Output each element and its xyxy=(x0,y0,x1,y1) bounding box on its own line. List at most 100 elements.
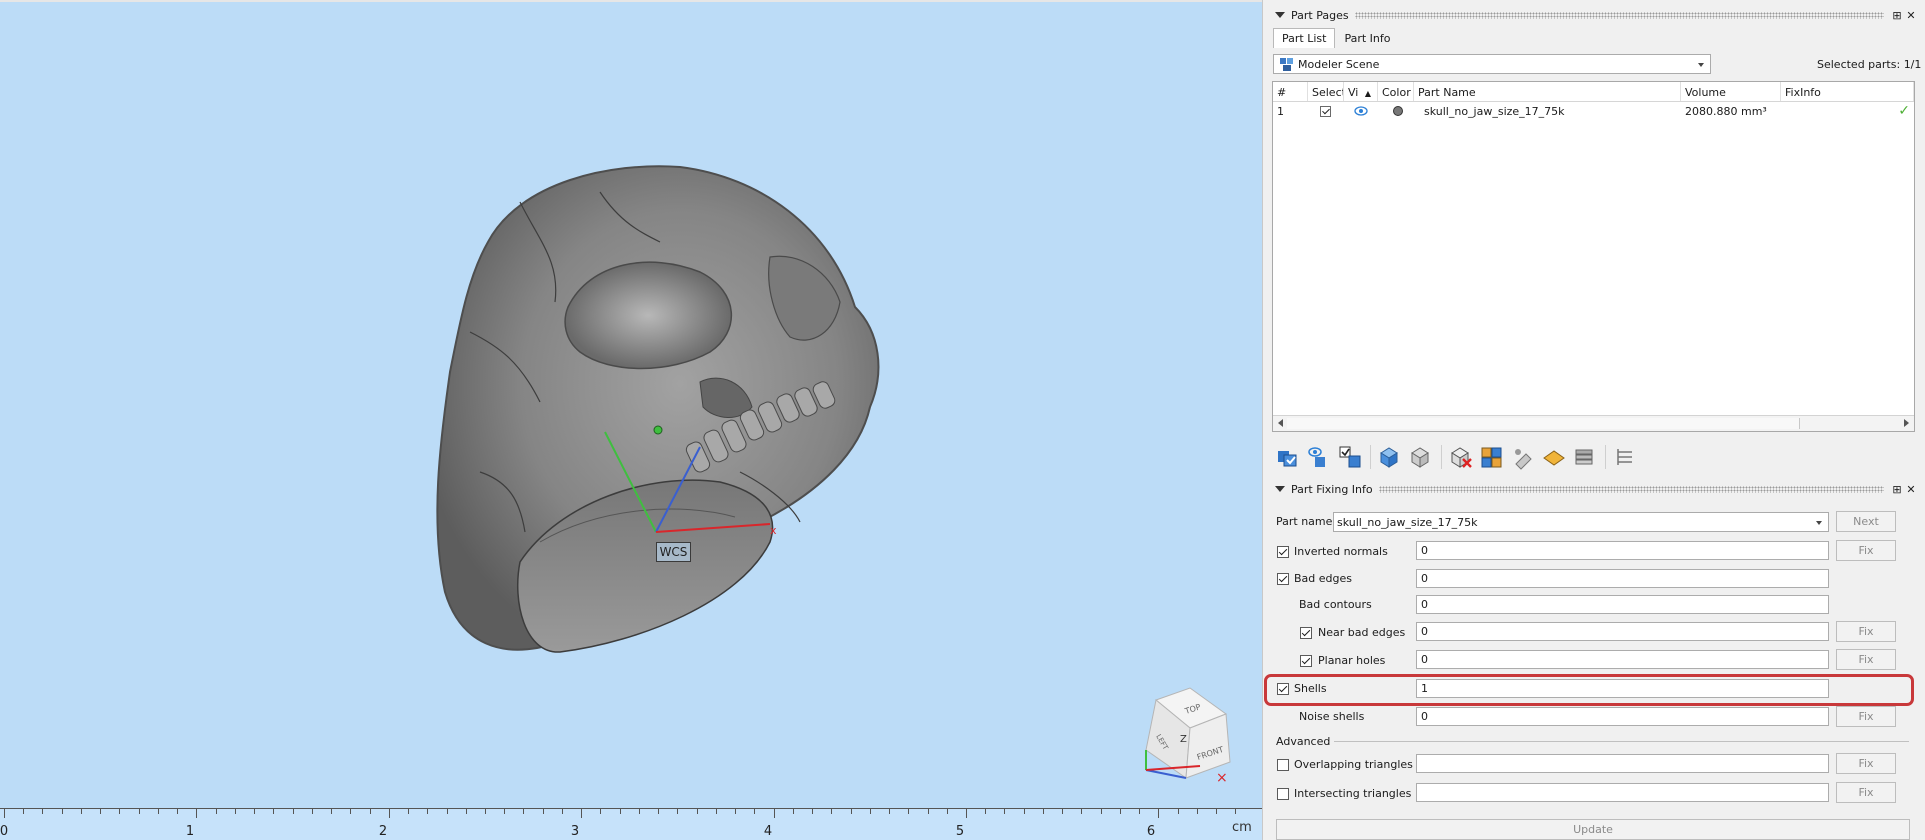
ruler-tick xyxy=(1177,809,1179,814)
planar-holes-label: Planar holes xyxy=(1318,654,1386,667)
overlapping-triangles-checkbox[interactable] xyxy=(1277,759,1289,771)
scroll-right-icon[interactable] xyxy=(1904,419,1909,427)
ruler-tick xyxy=(946,809,948,814)
ruler-tick xyxy=(138,809,140,814)
label-part-icon[interactable] xyxy=(1541,444,1567,470)
column-header-part-name[interactable]: Part Name xyxy=(1414,82,1681,101)
split-parts-icon[interactable] xyxy=(1408,444,1434,470)
ruler-tick xyxy=(23,809,25,814)
ruler-tick xyxy=(1023,809,1025,814)
noise-shells-fix-button[interactable]: Fix xyxy=(1836,706,1896,727)
row-select-checkbox[interactable] xyxy=(1308,102,1344,120)
horizontal-scrollbar[interactable] xyxy=(1273,415,1914,431)
delete-part-icon[interactable] xyxy=(1448,444,1474,470)
ruler-tick xyxy=(985,809,987,814)
ruler-unit: cm xyxy=(1232,820,1252,835)
column-header-select[interactable]: Select xyxy=(1308,82,1344,101)
select-all-icon[interactable] xyxy=(1275,444,1301,470)
column-header-number[interactable]: # xyxy=(1273,82,1308,101)
part-pages-header[interactable]: Part Pages ⊞ ✕ xyxy=(1263,5,1925,25)
column-header-visible[interactable]: Vi ▲ xyxy=(1344,82,1378,101)
ruler-tick xyxy=(1062,809,1064,814)
planar-holes-field[interactable]: 0 xyxy=(1416,650,1829,669)
ruler-tick xyxy=(792,809,794,814)
scroll-left-icon[interactable] xyxy=(1278,419,1283,427)
merge-parts-icon[interactable] xyxy=(1377,444,1403,470)
column-header-volume[interactable]: Volume xyxy=(1681,82,1781,101)
skull-model[interactable]: x xyxy=(0,2,1262,808)
shells-field[interactable]: 1 xyxy=(1416,679,1829,698)
near-bad-edges-fix-button[interactable]: Fix xyxy=(1836,621,1896,642)
ruler-tick xyxy=(408,809,410,814)
ruler-tick xyxy=(331,809,333,814)
close-icon[interactable]: ✕ xyxy=(1904,9,1918,22)
pin-part-icon[interactable] xyxy=(1510,444,1536,470)
intersecting-triangles-field[interactable] xyxy=(1416,783,1829,802)
collapse-icon[interactable] xyxy=(1275,12,1285,18)
row-color-swatch[interactable] xyxy=(1378,102,1414,120)
chevron-down-icon xyxy=(1698,63,1704,67)
color-parts-icon[interactable] xyxy=(1479,444,1505,470)
near-bad-edges-checkbox[interactable] xyxy=(1300,627,1312,639)
tab-part-info[interactable]: Part Info xyxy=(1335,28,1399,48)
ruler-tick xyxy=(850,809,852,814)
selected-parts-label: Selected parts: xyxy=(1817,58,1901,71)
ruler-tick xyxy=(504,809,506,814)
next-button[interactable]: Next xyxy=(1836,511,1896,532)
ruler-tick xyxy=(561,809,563,814)
part-name-select[interactable]: skull_no_jaw_size_17_75k xyxy=(1333,512,1829,532)
bad-edges-field[interactable]: 0 xyxy=(1416,569,1829,588)
ruler-tick xyxy=(523,809,525,814)
drag-grip[interactable] xyxy=(1354,11,1884,19)
ruler-tick xyxy=(831,809,833,814)
column-header-visible-label: Vi xyxy=(1348,86,1359,99)
drag-grip[interactable] xyxy=(1378,485,1884,493)
pin-icon[interactable]: ⊞ xyxy=(1890,9,1904,22)
overlapping-triangles-fix-button[interactable]: Fix xyxy=(1836,753,1896,774)
update-button[interactable]: Update xyxy=(1276,819,1910,840)
ruler-tick xyxy=(119,809,121,814)
inverted-normals-fix-button[interactable]: Fix xyxy=(1836,540,1896,561)
bad-edges-checkbox[interactable] xyxy=(1277,573,1289,585)
row-part-name-text: skull_no_jaw_size_17_75k xyxy=(1424,104,1565,118)
eye-icon[interactable] xyxy=(1344,102,1378,120)
ruler-label-2: 2 xyxy=(378,824,388,839)
ruler-tick xyxy=(966,809,967,818)
list-settings-icon[interactable] xyxy=(1612,444,1638,470)
inverted-normals-label: Inverted normals xyxy=(1294,545,1388,558)
inverted-normals-checkbox[interactable] xyxy=(1277,546,1289,558)
intersecting-triangles-checkbox[interactable] xyxy=(1277,788,1289,800)
pin-icon[interactable]: ⊞ xyxy=(1890,483,1904,496)
3d-viewport[interactable]: x WCS TOP FRONT LEFT Z × 0 1 2 3 4 5 6 c… xyxy=(0,0,1262,840)
ruler-tick xyxy=(869,809,871,814)
planar-holes-checkbox[interactable] xyxy=(1300,655,1312,667)
part-fixing-header[interactable]: Part Fixing Info ⊞ ✕ xyxy=(1263,479,1925,499)
near-bad-edges-field[interactable]: 0 xyxy=(1416,622,1829,641)
invert-selection-icon[interactable] xyxy=(1337,444,1363,470)
column-header-color[interactable]: Color xyxy=(1378,82,1414,101)
planar-holes-fix-button[interactable]: Fix xyxy=(1836,649,1896,670)
scrollbar-thumb[interactable] xyxy=(1287,418,1800,429)
tab-part-list[interactable]: Part List xyxy=(1273,28,1336,48)
close-icon[interactable]: ✕ xyxy=(1904,483,1918,496)
stack-parts-icon[interactable] xyxy=(1572,444,1598,470)
bad-contours-field[interactable]: 0 xyxy=(1416,595,1829,614)
ruler-label-6: 6 xyxy=(1146,824,1156,839)
ruler-tick xyxy=(446,809,448,814)
table-row[interactable]: 1 skull_no_jaw_size_17_75k 2080.880 mm³ … xyxy=(1273,102,1914,120)
overlapping-triangles-field[interactable] xyxy=(1416,754,1829,773)
noise-shells-field[interactable]: 0 xyxy=(1416,707,1829,726)
ruler-tick xyxy=(581,809,583,818)
ruler-label-4: 4 xyxy=(763,824,773,839)
ruler-tick xyxy=(177,809,179,814)
scene-select[interactable]: Modeler Scene xyxy=(1273,54,1711,74)
collapse-icon[interactable] xyxy=(1275,486,1285,492)
toggle-visibility-icon[interactable] xyxy=(1306,444,1332,470)
column-header-fixinfo[interactable]: FixInfo xyxy=(1781,82,1914,101)
view-cube[interactable]: TOP FRONT LEFT Z × xyxy=(1128,678,1246,796)
inverted-normals-field[interactable]: 0 xyxy=(1416,541,1829,560)
ruler-tick xyxy=(735,809,737,814)
ruler-tick xyxy=(1196,809,1198,814)
shells-checkbox[interactable] xyxy=(1277,683,1289,695)
intersecting-triangles-fix-button[interactable]: Fix xyxy=(1836,782,1896,803)
